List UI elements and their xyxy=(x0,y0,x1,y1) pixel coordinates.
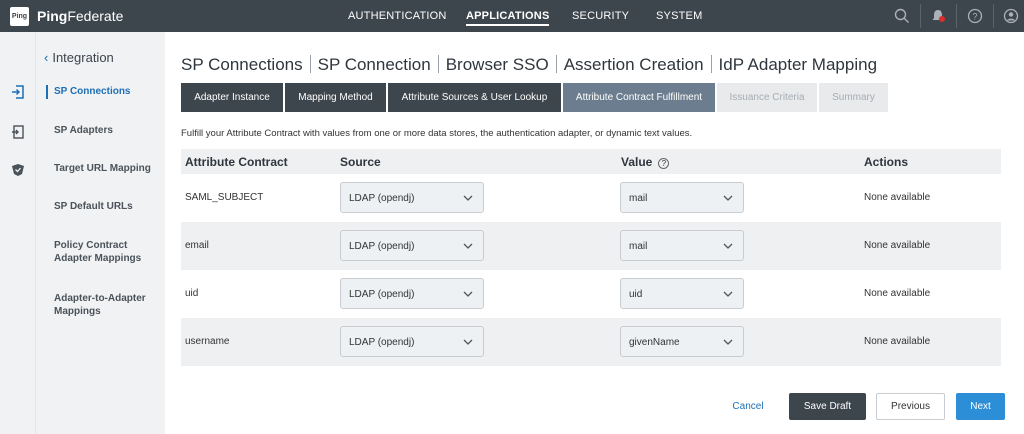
breadcrumb-item[interactable]: SP Connections xyxy=(181,55,303,74)
source-select[interactable]: LDAP (opendj) xyxy=(340,182,484,213)
tab-attribute-contract-fulfillment[interactable]: Attribute Contract Fulfillment xyxy=(563,83,715,112)
icon-rail xyxy=(0,32,36,434)
sidebar-item-sp-adapters[interactable]: SP Adapters xyxy=(54,124,162,137)
table-row: email LDAP (opendj) mail None available xyxy=(181,222,1001,270)
chevron-down-icon xyxy=(463,243,473,249)
active-indicator xyxy=(46,85,48,99)
column-header-value: Value? xyxy=(621,155,670,169)
divider xyxy=(956,4,957,28)
sidebar-back-integration[interactable]: ‹ Integration xyxy=(44,50,114,65)
column-header-actions: Actions xyxy=(864,155,909,169)
help-icon[interactable]: ? xyxy=(965,6,985,26)
chevron-down-icon xyxy=(723,243,733,249)
actions-text: None available xyxy=(864,192,931,203)
help-icon[interactable]: ? xyxy=(658,158,670,169)
source-select[interactable]: LDAP (opendj) xyxy=(340,230,484,261)
page-description: Fulfill your Attribute Contract with val… xyxy=(181,128,693,139)
search-icon[interactable] xyxy=(892,6,912,26)
sidebar-item-sp-default-urls[interactable]: SP Default URLs xyxy=(54,200,162,213)
breadcrumb-separator xyxy=(555,55,557,73)
divider xyxy=(993,4,994,28)
value-select[interactable]: mail xyxy=(620,230,744,261)
previous-button[interactable]: Previous xyxy=(876,393,945,420)
attribute-name: uid xyxy=(185,288,199,299)
sp-adapters-icon[interactable] xyxy=(9,123,27,141)
table-row: username LDAP (opendj) givenName None av… xyxy=(181,318,1001,366)
page-title: IdP Adapter Mapping xyxy=(718,55,878,74)
breadcrumb-separator xyxy=(437,55,439,73)
tab-summary: Summary xyxy=(819,83,888,112)
sidebar-item-target-url-mapping[interactable]: Target URL Mapping xyxy=(54,162,162,175)
table-header: Attribute Contract Source Value? Actions xyxy=(181,149,1001,174)
actions-text: None available xyxy=(864,240,931,251)
tab-mapping-method[interactable]: Mapping Method xyxy=(285,83,386,112)
nav-authentication[interactable]: AUTHENTICATION xyxy=(348,10,447,22)
chevron-down-icon xyxy=(723,339,733,345)
nav-security[interactable]: SECURITY xyxy=(572,10,629,22)
value-select[interactable]: mail xyxy=(620,182,744,213)
chevron-left-icon: ‹ xyxy=(44,50,49,65)
nav-system[interactable]: SYSTEM xyxy=(656,10,702,22)
sidebar-item-sp-connections[interactable]: SP Connections xyxy=(54,85,162,98)
save-draft-button[interactable]: Save Draft xyxy=(789,393,866,420)
next-button[interactable]: Next xyxy=(956,393,1005,420)
breadcrumb-item[interactable]: SP Connection xyxy=(318,55,431,74)
tab-issuance-criteria: Issuance Criteria xyxy=(717,83,817,112)
nav-applications[interactable]: APPLICATIONS xyxy=(466,10,550,26)
cancel-button[interactable]: Cancel xyxy=(727,393,769,420)
source-select[interactable]: LDAP (opendj) xyxy=(340,326,484,357)
sidebar: ‹ Integration SP Connections SP Adapters … xyxy=(36,32,165,434)
sidebar-item-policy-contract-adapter-mappings[interactable]: Policy Contract Adapter Mappings xyxy=(54,239,150,265)
sidebar-item-adapter-to-adapter-mappings[interactable]: Adapter-to-Adapter Mappings xyxy=(54,292,150,318)
value-select[interactable]: givenName xyxy=(620,326,744,357)
top-navigation-bar: Ping PingFederate AUTHENTICATION APPLICA… xyxy=(0,0,1024,32)
notification-bell-icon[interactable] xyxy=(928,6,948,26)
table-row: SAML_SUBJECT LDAP (opendj) mail None ava… xyxy=(181,174,1001,222)
sp-connections-icon[interactable] xyxy=(9,83,27,101)
security-shield-icon[interactable] xyxy=(9,161,27,179)
source-select[interactable]: LDAP (opendj) xyxy=(340,278,484,309)
svg-text:?: ? xyxy=(972,12,977,22)
breadcrumb-item[interactable]: Assertion Creation xyxy=(564,55,704,74)
user-profile-icon[interactable] xyxy=(1001,6,1021,26)
column-header-attribute: Attribute Contract xyxy=(185,155,288,169)
chevron-down-icon xyxy=(463,339,473,345)
actions-text: None available xyxy=(864,336,931,347)
chevron-down-icon xyxy=(463,291,473,297)
tab-adapter-instance[interactable]: Adapter Instance xyxy=(181,83,283,112)
chevron-down-icon xyxy=(723,291,733,297)
breadcrumb-item[interactable]: Browser SSO xyxy=(446,55,549,74)
table-row: uid LDAP (opendj) uid None available xyxy=(181,270,1001,318)
actions-text: None available xyxy=(864,288,931,299)
attribute-name: email xyxy=(185,240,209,251)
chevron-down-icon xyxy=(723,195,733,201)
breadcrumb: SP Connections SP Connection Browser SSO As… xyxy=(181,55,877,75)
column-header-source: Source xyxy=(340,155,381,169)
chevron-down-icon xyxy=(463,195,473,201)
tab-attribute-sources[interactable]: Attribute Sources & User Lookup xyxy=(388,83,561,112)
app-brand-name: PingFederate xyxy=(37,8,124,24)
value-select[interactable]: uid xyxy=(620,278,744,309)
breadcrumb-separator xyxy=(309,55,311,73)
divider xyxy=(920,4,921,28)
attribute-name: username xyxy=(185,336,230,347)
attribute-name: SAML_SUBJECT xyxy=(185,192,264,203)
wizard-tabs: Adapter Instance Mapping Method Attribut… xyxy=(181,83,890,112)
breadcrumb-separator xyxy=(710,55,712,73)
ping-logo[interactable]: Ping xyxy=(10,7,29,26)
